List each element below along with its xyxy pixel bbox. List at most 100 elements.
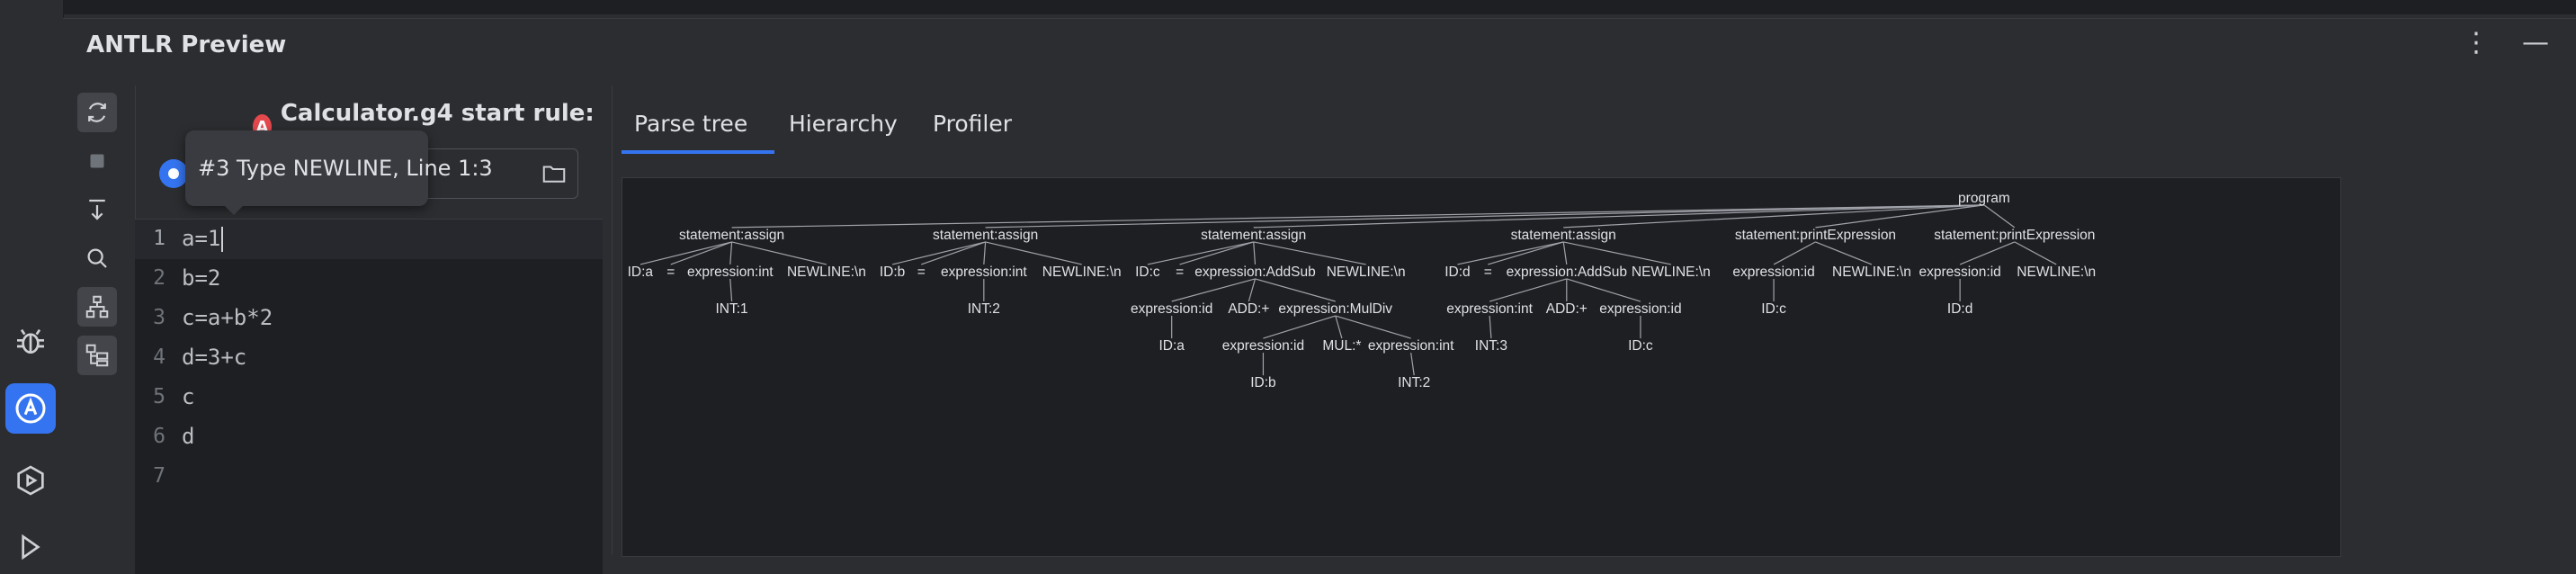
tree-edge	[1773, 241, 1816, 265]
tree-node[interactable]: expression:id	[1919, 265, 2000, 280]
tree-node[interactable]: statement:assign	[933, 228, 1038, 243]
tab-profiler[interactable]: Profiler	[933, 111, 1012, 137]
download-icon[interactable]	[77, 190, 117, 229]
line-number: 1	[153, 227, 165, 250]
line-number: 4	[153, 345, 165, 369]
editor-line[interactable]: 6 d	[135, 417, 603, 457]
run-config-icon[interactable]	[5, 522, 56, 572]
tree-edge	[1563, 241, 1671, 265]
editor-line[interactable]: 4 d=3+c	[135, 338, 603, 378]
tree-edge	[983, 241, 987, 265]
results-pane: Parse tree Hierarchy Profiler program sta…	[612, 85, 2576, 557]
text-caret	[221, 227, 224, 252]
tree-edge	[731, 241, 827, 265]
tree-node[interactable]: =	[1484, 265, 1492, 280]
tab-parse-tree[interactable]: Parse tree	[634, 111, 747, 137]
tree-node[interactable]: statement:printExpression	[1934, 228, 2095, 243]
run-icon[interactable]	[5, 455, 56, 506]
tree-edge	[1255, 278, 1336, 302]
tree-node[interactable]: NEWLINE:\n	[787, 265, 866, 280]
tree-edge	[1335, 315, 1343, 339]
tree-node[interactable]: ID:c	[1761, 301, 1786, 317]
tree-node[interactable]: ID:a	[628, 265, 654, 280]
tree-node[interactable]: program	[1958, 191, 2010, 206]
tree-node[interactable]: =	[917, 265, 926, 280]
code-line: c	[182, 384, 195, 409]
refresh-icon[interactable]	[77, 93, 117, 132]
tree-edge	[640, 241, 732, 265]
debug-icon[interactable]	[5, 317, 56, 367]
tree-node[interactable]: INT:1	[716, 301, 748, 317]
input-editor[interactable]: 1 a=1 2 b=2 3 c=a+b*2 4 d=3+c 5 c 6 d 7	[135, 219, 603, 574]
tree-edge	[1959, 241, 2016, 265]
tree-node[interactable]: ID:c	[1135, 265, 1160, 280]
editor-line[interactable]: 7	[135, 457, 603, 497]
more-options-icon[interactable]: ⋮	[2463, 30, 2490, 57]
tree-node[interactable]: NEWLINE:\n	[1632, 265, 1711, 280]
tree-node[interactable]: ID:c	[1628, 338, 1653, 354]
parse-tree-canvas[interactable]: program statement:assign statement:assign s…	[622, 177, 2341, 557]
folder-icon[interactable]	[540, 160, 568, 187]
editor-area-stub	[63, 0, 2576, 14]
tree-node[interactable]: ID:b	[880, 265, 905, 280]
tree-node[interactable]: NEWLINE:\n	[1327, 265, 1406, 280]
search-icon[interactable]	[77, 238, 117, 278]
tree-node[interactable]: expression:AddSub	[1507, 265, 1627, 280]
tree-node[interactable]: expression:MulDiv	[1278, 301, 1392, 317]
tree-node[interactable]: NEWLINE:\n	[1832, 265, 1911, 280]
active-tab-indicator	[622, 150, 774, 154]
tree-node[interactable]: ID:d	[1947, 301, 1972, 317]
tree-node[interactable]: ADD:+	[1228, 301, 1269, 317]
tree-edge	[1171, 278, 1256, 302]
tree-node[interactable]: ID:d	[1445, 265, 1470, 280]
tree-node[interactable]: expression:int	[1446, 301, 1533, 317]
tree-node[interactable]: expression:int	[1368, 338, 1454, 354]
tree-edge	[1489, 278, 1567, 302]
tree-node[interactable]: ADD:+	[1546, 301, 1588, 317]
tree-node[interactable]: =	[1176, 265, 1184, 280]
editor-line[interactable]: 1 a=1	[135, 220, 603, 259]
editor-line[interactable]: 5 c	[135, 378, 603, 417]
line-number: 3	[153, 306, 165, 329]
editor-line[interactable]: 2 b=2	[135, 259, 603, 299]
stop-icon[interactable]	[77, 141, 117, 181]
input-file-radio[interactable]	[159, 159, 188, 188]
tab-hierarchy[interactable]: Hierarchy	[789, 111, 898, 137]
tree-node[interactable]: expression:id	[1222, 338, 1304, 354]
tree-view-icon[interactable]	[77, 336, 117, 375]
tree-edge	[921, 241, 986, 265]
tree-node[interactable]: statement:assign	[679, 228, 784, 243]
tree-edge	[985, 241, 1082, 265]
tree-node[interactable]: expression:id	[1599, 301, 1681, 317]
tree-node[interactable]: expression:int	[941, 265, 1027, 280]
tree-node[interactable]: INT:3	[1475, 338, 1507, 354]
tree-node[interactable]: expression:int	[687, 265, 774, 280]
tree-node[interactable]: expression:AddSub	[1194, 265, 1315, 280]
tree-node[interactable]: NEWLINE:\n	[2017, 265, 2096, 280]
tree-node[interactable]: =	[666, 265, 675, 280]
tree-node[interactable]: MUL:*	[1322, 338, 1361, 354]
tool-window-actions: ⋮ —	[2463, 30, 2549, 57]
tree-node[interactable]: INT:2	[968, 301, 1000, 317]
tree-node[interactable]: statement:assign	[1201, 228, 1306, 243]
tree-edge	[729, 278, 733, 302]
tree-node[interactable]: ID:a	[1158, 338, 1185, 354]
antlr-icon[interactable]	[5, 383, 56, 434]
hierarchy-icon[interactable]	[77, 287, 117, 327]
tooltip-text: #3 Type NEWLINE, Line 1:3	[198, 156, 493, 181]
tree-edge	[1410, 352, 1415, 376]
tree-node[interactable]: expression:id	[1131, 301, 1212, 317]
tree-node[interactable]: statement:assign	[1511, 228, 1616, 243]
tree-edge	[1562, 241, 1568, 265]
tree-edge	[1263, 315, 1336, 339]
editor-line[interactable]: 3 c=a+b*2	[135, 299, 603, 338]
code-line: a=1	[182, 226, 224, 252]
tree-node[interactable]: NEWLINE:\n	[1042, 265, 1122, 280]
tree-edge	[1489, 315, 1492, 339]
tree-node[interactable]: statement:printExpression	[1735, 228, 1896, 243]
tree-node[interactable]: ID:b	[1250, 375, 1275, 390]
tree-node[interactable]: expression:id	[1732, 265, 1814, 280]
tree-node[interactable]: INT:2	[1398, 375, 1430, 390]
minimize-icon[interactable]: —	[2522, 30, 2549, 57]
tree-edge	[1488, 241, 1564, 265]
